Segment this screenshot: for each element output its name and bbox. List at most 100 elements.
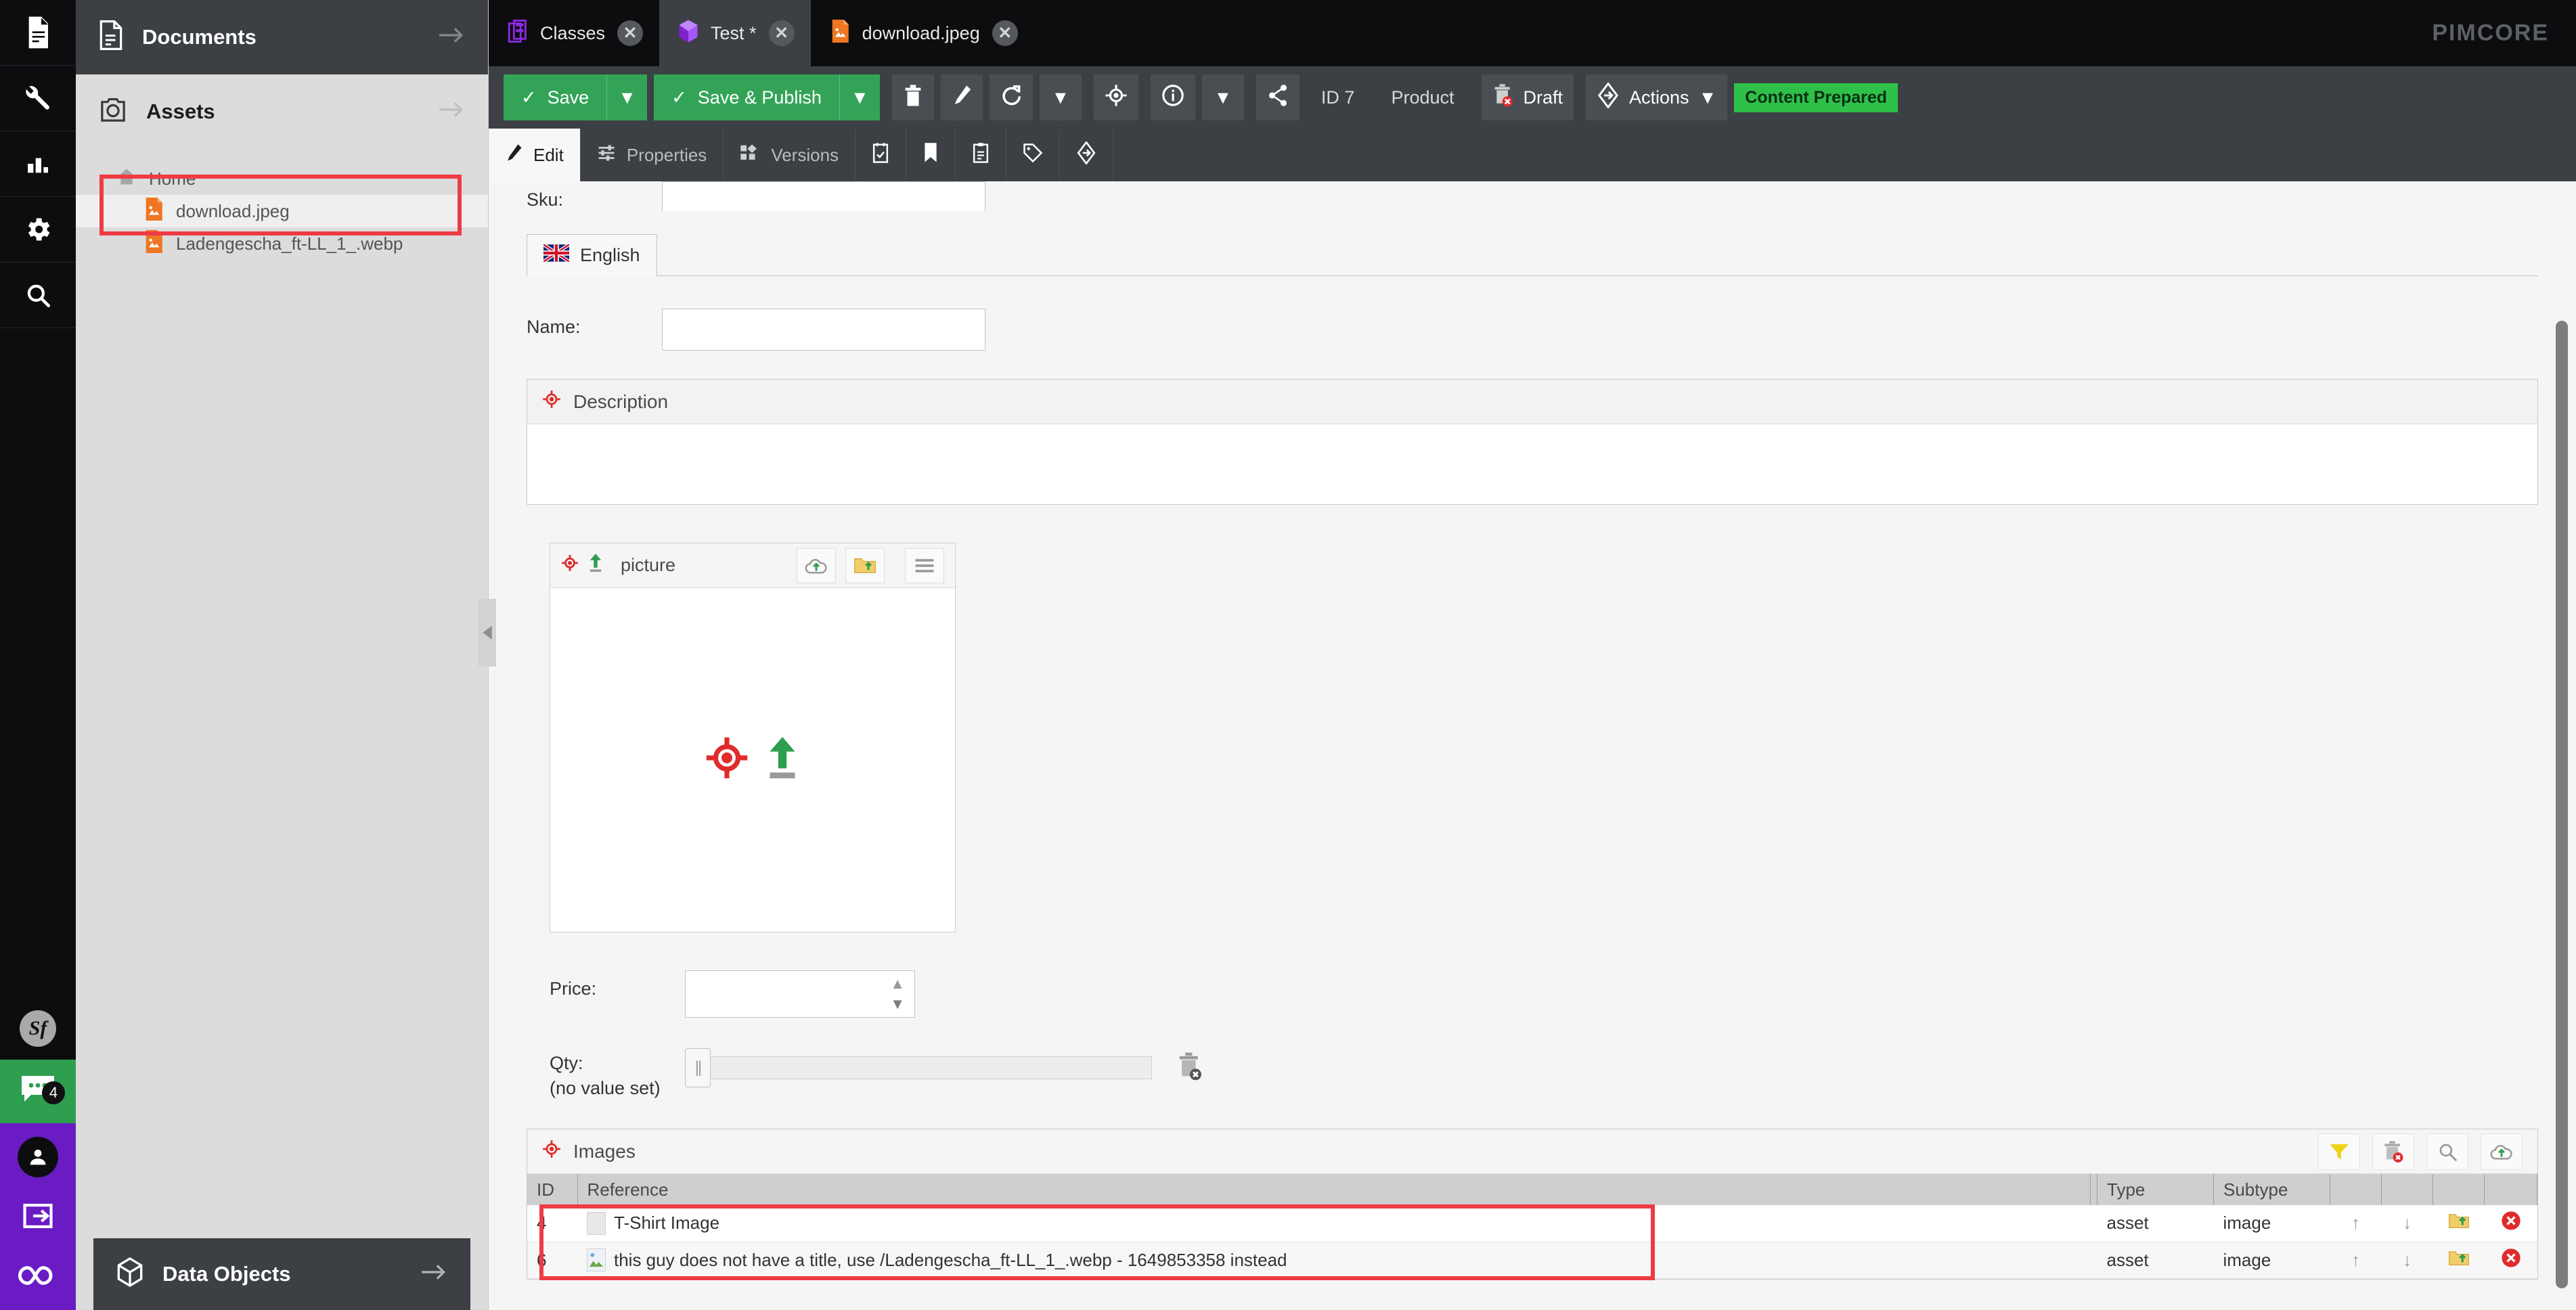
qty-clear-button[interactable] bbox=[1176, 1052, 1203, 1086]
close-icon[interactable]: ✕ bbox=[768, 20, 795, 46]
status-badge: Content Prepared bbox=[1734, 83, 1898, 112]
rail-item-settings[interactable] bbox=[0, 197, 76, 263]
tab-workflow[interactable] bbox=[1060, 129, 1114, 181]
rail-item-reports[interactable] bbox=[0, 131, 76, 197]
target-button[interactable] bbox=[1093, 74, 1138, 120]
draft-button[interactable]: Draft bbox=[1481, 74, 1574, 120]
tree-node-ladengeschaeft-webp[interactable]: Ladengescha_ft-LL_1_.webp bbox=[76, 227, 488, 260]
tab-notes[interactable] bbox=[956, 129, 1007, 181]
uk-flag-icon bbox=[542, 243, 571, 267]
qty-slider[interactable]: || bbox=[685, 1048, 1152, 1087]
wrench-icon bbox=[23, 83, 53, 113]
gear-icon bbox=[23, 214, 53, 244]
stepper-down-icon[interactable]: ▼ bbox=[890, 997, 905, 1012]
name-input[interactable] bbox=[662, 309, 985, 351]
arrow-right-icon[interactable] bbox=[438, 101, 465, 123]
qty-slider-thumb[interactable]: || bbox=[685, 1048, 711, 1087]
rail-item-logout[interactable] bbox=[0, 1191, 76, 1245]
content-scrollbar-thumb[interactable] bbox=[2556, 321, 2568, 1288]
description-textarea[interactable] bbox=[527, 424, 2537, 504]
move-down-icon[interactable]: ↓ bbox=[2381, 1242, 2433, 1279]
stepper-up-icon[interactable]: ▲ bbox=[890, 976, 905, 991]
arrow-right-icon[interactable] bbox=[420, 1263, 447, 1286]
infinity-icon bbox=[17, 1263, 59, 1293]
rail-item-pimcore[interactable] bbox=[0, 1245, 76, 1310]
editor-tab-classes[interactable]: Classes ✕ bbox=[489, 0, 659, 66]
close-icon[interactable]: ✕ bbox=[992, 20, 1018, 46]
open-asset-icon[interactable] bbox=[2433, 1205, 2485, 1242]
save-publish-dropdown-caret[interactable]: ▼ bbox=[839, 74, 880, 120]
tab-bookmark[interactable] bbox=[906, 129, 956, 181]
empty-trash-icon[interactable] bbox=[2372, 1133, 2414, 1170]
qty-slider-track[interactable] bbox=[696, 1056, 1152, 1079]
delete-button[interactable] bbox=[891, 74, 934, 120]
panel-header-data-objects[interactable]: Data Objects bbox=[93, 1238, 470, 1310]
picture-widget: picture bbox=[550, 543, 956, 932]
editor-tab-download-jpeg[interactable]: download.jpeg ✕ bbox=[811, 0, 1034, 66]
cloud-upload-icon[interactable] bbox=[2481, 1133, 2523, 1170]
move-down-icon[interactable]: ↓ bbox=[2381, 1205, 2433, 1242]
tab-schedule[interactable] bbox=[856, 129, 907, 181]
table-row[interactable]: 6 this guy does not have a title, use /L… bbox=[527, 1242, 2537, 1279]
hamburger-icon[interactable] bbox=[905, 547, 944, 583]
share-button[interactable] bbox=[1256, 74, 1300, 120]
rail-item-search[interactable] bbox=[0, 263, 76, 328]
reload-button[interactable] bbox=[989, 74, 1033, 120]
col-down bbox=[2381, 1174, 2433, 1205]
clipboard-icon bbox=[972, 142, 990, 168]
close-icon[interactable]: ✕ bbox=[617, 20, 644, 46]
cell-spacer bbox=[2090, 1242, 2097, 1279]
rail-item-tools[interactable] bbox=[0, 66, 76, 131]
save-publish-button[interactable]: ✓ Save & Publish ▼ bbox=[654, 74, 880, 120]
editor-tab-download-jpeg-label: download.jpeg bbox=[862, 22, 980, 43]
language-tab-english[interactable]: English bbox=[527, 234, 657, 276]
col-reference[interactable]: Reference bbox=[577, 1174, 2091, 1205]
price-stepper[interactable]: ▲ ▼ bbox=[890, 976, 905, 1012]
col-id[interactable]: ID bbox=[527, 1174, 578, 1205]
rail-item-chat[interactable]: 4 bbox=[0, 1060, 76, 1123]
arrow-right-icon[interactable] bbox=[438, 26, 465, 49]
tab-tags[interactable] bbox=[1006, 129, 1061, 181]
col-subtype[interactable]: Subtype bbox=[2213, 1174, 2330, 1205]
move-up-icon[interactable]: ↑ bbox=[2330, 1205, 2382, 1242]
rename-button[interactable] bbox=[940, 74, 983, 120]
col-remove bbox=[2484, 1174, 2537, 1205]
rail-item-symfony[interactable]: Sf bbox=[0, 997, 76, 1060]
filter-icon[interactable] bbox=[2318, 1133, 2360, 1170]
folder-upload-icon[interactable] bbox=[845, 547, 885, 583]
chat-badge: 4 bbox=[42, 1081, 65, 1104]
save-dropdown-caret[interactable]: ▼ bbox=[606, 74, 647, 120]
remove-row-icon[interactable] bbox=[2484, 1205, 2537, 1242]
table-row[interactable]: 4 T-Shirt Image asset image ↑ ↓ bbox=[527, 1205, 2537, 1242]
save-button[interactable]: ✓ Save ▼ bbox=[504, 74, 648, 120]
panel-collapse-handle[interactable] bbox=[479, 599, 496, 667]
price-input[interactable]: ▲ ▼ bbox=[685, 970, 915, 1018]
reload-icon bbox=[1000, 85, 1022, 111]
sku-input[interactable] bbox=[662, 181, 985, 211]
info-button[interactable] bbox=[1150, 74, 1195, 120]
col-type[interactable]: Type bbox=[2097, 1174, 2214, 1205]
panel-header-assets[interactable]: Assets bbox=[76, 74, 488, 149]
remove-row-icon[interactable] bbox=[2484, 1242, 2537, 1279]
tree-node-home-label: Home bbox=[149, 168, 196, 189]
actions-button[interactable]: Actions ▼ bbox=[1586, 74, 1728, 120]
picture-drop-target[interactable] bbox=[550, 588, 955, 932]
tree-node-download-jpeg[interactable]: download.jpeg bbox=[76, 195, 488, 227]
panel-header-documents[interactable]: Documents bbox=[76, 0, 488, 74]
tab-edit[interactable]: Edit bbox=[489, 129, 581, 181]
rail-item-profile[interactable] bbox=[0, 1123, 76, 1191]
tab-properties[interactable]: Properties bbox=[581, 129, 724, 181]
open-asset-icon[interactable] bbox=[2433, 1242, 2485, 1279]
tree-node-home[interactable]: Home bbox=[76, 162, 488, 195]
tab-versions[interactable]: Versions bbox=[724, 129, 856, 181]
move-up-icon[interactable]: ↑ bbox=[2330, 1242, 2382, 1279]
object-class-label: Product bbox=[1391, 87, 1454, 108]
search-icon[interactable] bbox=[2426, 1133, 2468, 1170]
editor-tab-test[interactable]: Test * ✕ bbox=[659, 0, 811, 66]
rail-item-documents[interactable] bbox=[0, 0, 76, 66]
share-icon bbox=[1267, 84, 1289, 112]
info-dropdown-caret-button[interactable]: ▼ bbox=[1201, 74, 1244, 120]
reload-dropdown-caret-button[interactable]: ▼ bbox=[1039, 74, 1082, 120]
cloud-upload-icon[interactable] bbox=[797, 547, 836, 583]
field-price-label: Price: bbox=[550, 978, 597, 999]
